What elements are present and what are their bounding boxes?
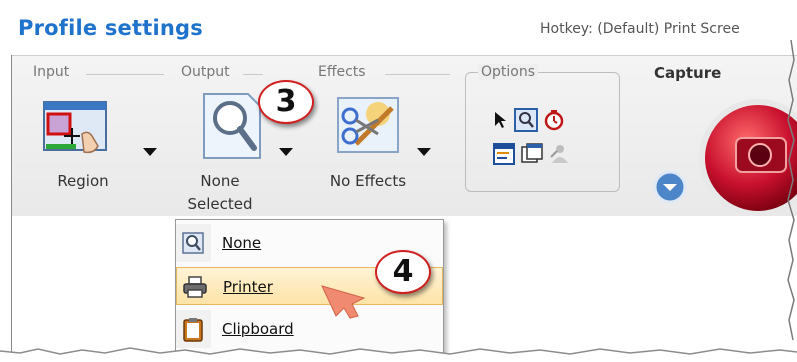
capture-options-dropdown[interactable] [653,170,687,204]
output-dropdown-arrow[interactable] [279,148,293,156]
page-title: Profile settings [18,16,203,40]
input-region-button[interactable] [42,98,124,160]
torn-right-edge-decoration [787,40,795,341]
group-output-label: Output [181,64,230,80]
menu-item-label: Clipboard [222,320,294,338]
group-effects-divider [385,74,450,75]
group-output-divider [243,74,263,75]
capture-button[interactable] [688,98,797,217]
camera-capture-icon [699,99,797,217]
printer-icon [183,276,207,298]
group-effects-label: Effects [318,64,366,80]
group-input-divider [86,74,164,75]
scissors-effects-icon [337,97,399,153]
effects-dropdown-arrow[interactable] [417,148,431,156]
region-icon [43,101,107,154]
timer-option-toggle[interactable] [544,109,564,131]
preview-option-toggle[interactable] [514,108,538,132]
step-3-callout: 3 [258,80,314,124]
effects-value-label: No Effects [329,172,407,190]
menu-item-clipboard[interactable]: Clipboard [176,310,443,348]
output-value-line2: Selected [187,195,253,213]
screenshot-frame: Profile settings Hotkey: (Default) Print… [0,0,797,362]
input-dropdown-arrow[interactable] [143,148,157,156]
editor-icon [493,143,515,165]
chevron-down-icon [653,170,687,204]
options-group [465,72,620,192]
effects-button[interactable] [334,94,408,158]
output-value-line1: None [200,172,240,190]
menu-item-label: Printer [223,278,273,296]
cursor-icon [495,112,506,128]
menu-item-label: None [222,234,262,252]
user-share-icon [550,145,568,163]
editor-option-toggle[interactable] [493,143,515,165]
input-value-label: Region [57,172,109,190]
cursor-option-toggle[interactable] [493,110,507,130]
share-option-toggle[interactable] [549,143,569,165]
preview-icon [514,108,538,132]
none-output-icon [182,232,204,254]
multiple-areas-option-toggle[interactable] [521,143,543,165]
torn-edge-decoration [0,347,797,362]
group-input-label: Input [33,64,70,80]
clipboard-icon [183,318,203,342]
pointer-arrow-icon [321,285,366,319]
capture-label: Capture [654,64,722,82]
hotkey-label: Hotkey: (Default) Print Scree [540,21,740,37]
multiple-windows-icon [521,143,543,163]
timer-icon [544,110,564,131]
step-4-callout: 4 [375,250,431,294]
group-options-label: Options [478,64,539,80]
